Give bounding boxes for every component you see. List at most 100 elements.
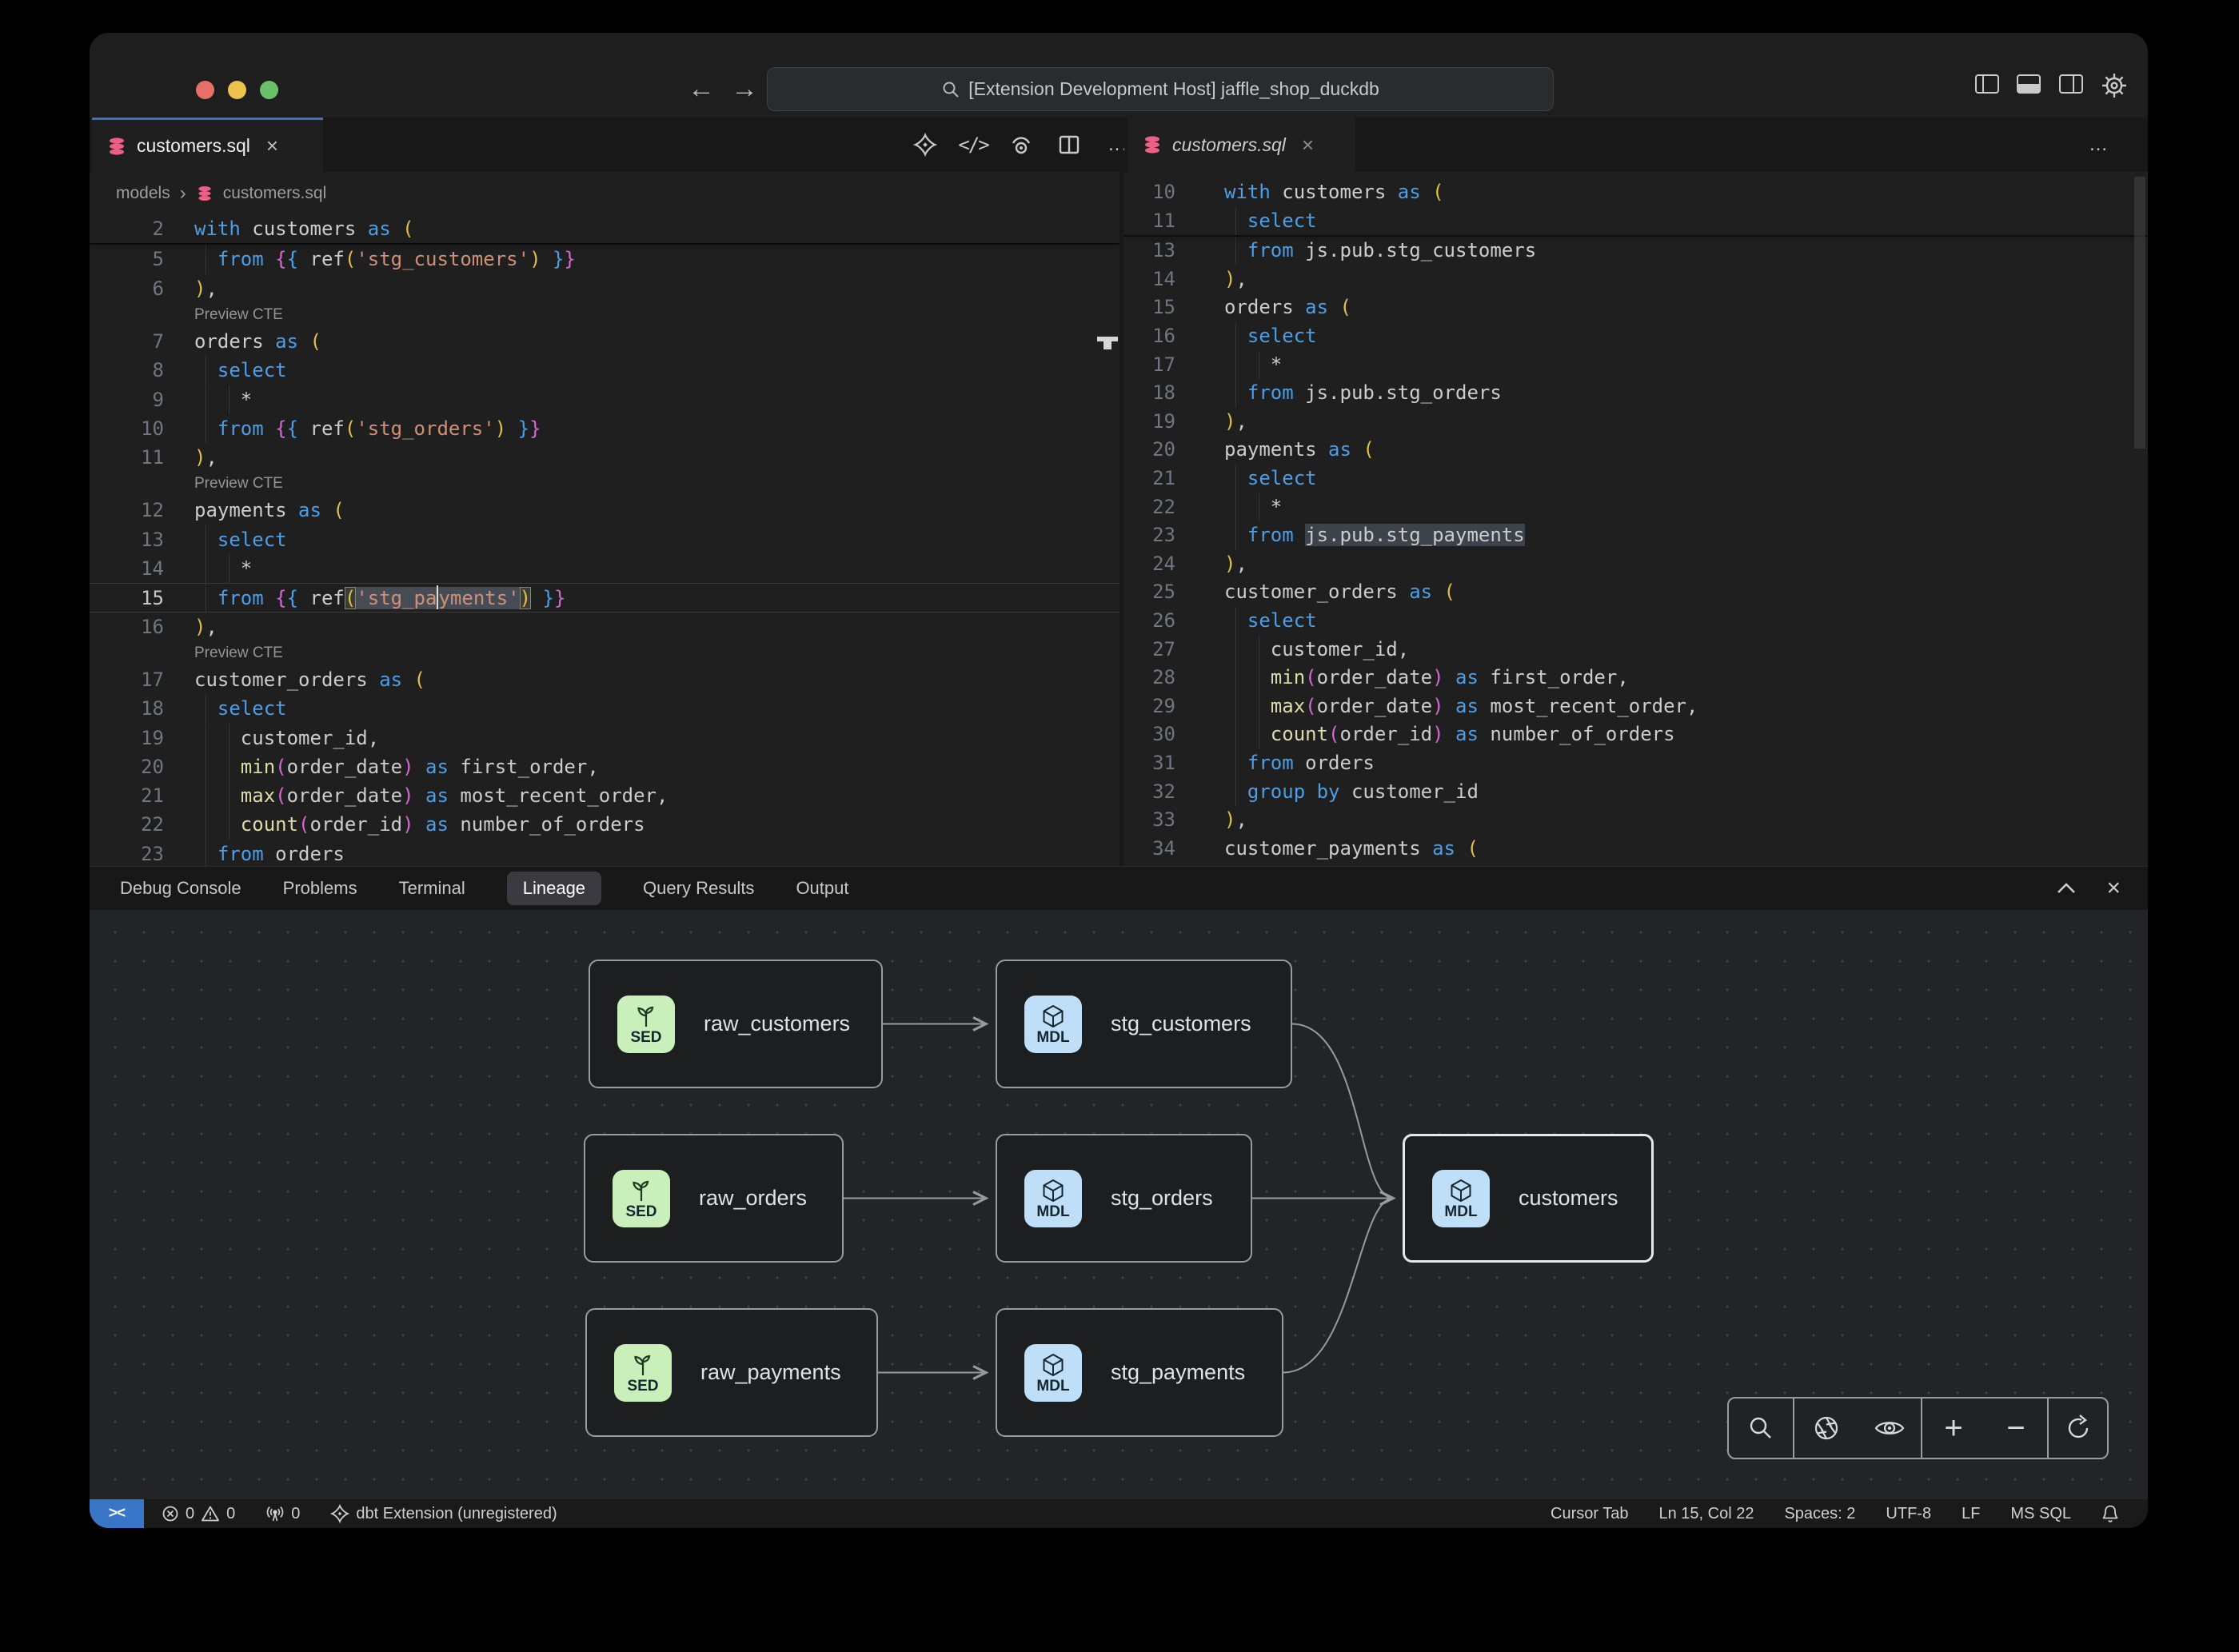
eye-icon[interactable] bbox=[1871, 1410, 1908, 1446]
dbt-extension-status[interactable]: dbt Extension (unregistered) bbox=[330, 1504, 557, 1523]
code-line[interactable]: 25customer_orders as ( bbox=[1123, 578, 2148, 607]
code-line[interactable]: 18 from js.pub.stg_orders bbox=[1123, 379, 2148, 408]
lineage-node-stg_orders[interactable]: MDLstg_orders bbox=[996, 1134, 1252, 1263]
status-language-mode[interactable]: MS SQL bbox=[2010, 1505, 2071, 1523]
code-line[interactable]: 23 from js.pub.stg_payments bbox=[1123, 521, 2148, 550]
editor-source-sql[interactable]: 2with customers as (5 from {{ ref('stg_c… bbox=[90, 214, 1120, 866]
code-line[interactable]: 20 min(order_date) as first_order, bbox=[90, 752, 1120, 781]
code-line[interactable]: 10 from {{ ref('stg_orders') }} bbox=[90, 414, 1120, 443]
code-line[interactable]: 22 count(order_id) as number_of_orders bbox=[90, 810, 1120, 839]
refresh-icon[interactable] bbox=[2060, 1410, 2097, 1446]
tab-close-icon[interactable]: × bbox=[1302, 133, 1314, 158]
code-line[interactable]: 17 * bbox=[1123, 351, 2148, 380]
code-lens-preview-cte[interactable]: Preview CTE bbox=[194, 475, 283, 493]
code-line[interactable]: 16 select bbox=[1123, 322, 2148, 351]
lineage-node-stg_payments[interactable]: MDLstg_payments bbox=[996, 1308, 1283, 1437]
problems-status[interactable]: 0 0 bbox=[162, 1505, 235, 1523]
code-line[interactable]: 27 customer_id, bbox=[1123, 636, 2148, 664]
chevron-up-icon[interactable] bbox=[2055, 880, 2077, 896]
window-close-button[interactable] bbox=[196, 81, 214, 99]
code-line[interactable]: 21 max(order_date) as most_recent_order, bbox=[90, 781, 1120, 810]
code-line[interactable]: 15 from {{ ref('stg_payments') }} bbox=[90, 583, 1120, 612]
code-icon[interactable]: </> bbox=[960, 131, 987, 158]
code-line[interactable]: 19 customer_id, bbox=[90, 724, 1120, 752]
lineage-node-raw_customers[interactable]: SEDraw_customers bbox=[589, 960, 883, 1088]
code-line[interactable]: 13 select bbox=[90, 525, 1120, 554]
code-line[interactable]: 11 select bbox=[1123, 207, 2148, 236]
aperture-icon[interactable] bbox=[1808, 1410, 1845, 1446]
code-line[interactable]: 10with customers as ( bbox=[1123, 178, 2148, 207]
code-line[interactable]: 5 from {{ ref('stg_customers') }} bbox=[90, 245, 1120, 273]
lineage-node-stg_customers[interactable]: MDLstg_customers bbox=[996, 960, 1292, 1088]
code-line[interactable]: 17customer_orders as ( bbox=[90, 665, 1120, 694]
layout-sidebar-left-icon[interactable] bbox=[1975, 74, 2002, 98]
status-line-col[interactable]: Ln 15, Col 22 bbox=[1658, 1505, 1754, 1523]
zoom-out-icon[interactable]: − bbox=[1998, 1410, 2034, 1446]
breadcrumb[interactable]: models › customers.sql bbox=[90, 172, 1120, 214]
code-line[interactable]: 34customer_payments as ( bbox=[1123, 835, 2148, 864]
editor-scrollbar[interactable] bbox=[2134, 177, 2145, 449]
code-line[interactable]: 33), bbox=[1123, 806, 2148, 835]
dbt-icon[interactable] bbox=[912, 131, 939, 158]
code-line[interactable]: 11), bbox=[90, 443, 1120, 472]
more-actions-icon[interactable]: … bbox=[1104, 131, 1131, 158]
panel-tab-query-results[interactable]: Query Results bbox=[643, 872, 754, 905]
panel-tab-terminal[interactable]: Terminal bbox=[399, 872, 465, 905]
lineage-node-raw_orders[interactable]: SEDraw_orders bbox=[584, 1134, 844, 1263]
forward-arrow-icon[interactable]: → bbox=[731, 74, 758, 103]
tab-close-icon[interactable]: × bbox=[266, 134, 278, 158]
code-line[interactable]: 32 group by customer_id bbox=[1123, 778, 2148, 807]
status-cursor-mode[interactable]: Cursor Tab bbox=[1551, 1505, 1628, 1523]
window-zoom-button[interactable] bbox=[260, 81, 278, 99]
code-lens-preview-cte[interactable]: Preview CTE bbox=[194, 644, 283, 662]
code-line[interactable]: 14), bbox=[1123, 265, 2148, 294]
status-eol[interactable]: LF bbox=[1962, 1505, 1980, 1523]
code-line[interactable]: 19), bbox=[1123, 408, 2148, 437]
panel-tab-output[interactable]: Output bbox=[796, 872, 848, 905]
more-actions-icon[interactable]: … bbox=[2085, 131, 2112, 158]
code-line[interactable]: 28 min(order_date) as first_order, bbox=[1123, 664, 2148, 692]
code-line[interactable]: 7orders as ( bbox=[90, 327, 1120, 356]
panel-tab-debug-console[interactable]: Debug Console bbox=[120, 872, 241, 905]
code-line[interactable]: 15orders as ( bbox=[1123, 293, 2148, 322]
editor-compiled-sql[interactable]: 10with customers as (11 select13 from js… bbox=[1123, 172, 2148, 866]
window-minimize-button[interactable] bbox=[228, 81, 246, 99]
layout-sidebar-right-icon[interactable] bbox=[2059, 74, 2086, 98]
zoom-in-icon[interactable]: + bbox=[1935, 1410, 1972, 1446]
command-center-search[interactable]: [Extension Development Host] jaffle_shop… bbox=[767, 67, 1554, 111]
back-arrow-icon[interactable]: ← bbox=[688, 74, 715, 103]
code-line[interactable]: 24), bbox=[1123, 550, 2148, 579]
tab-customers-sql-right[interactable]: customers.sql × bbox=[1127, 118, 1355, 172]
settings-gear-icon[interactable] bbox=[2101, 72, 2128, 96]
breadcrumb-file[interactable]: customers.sql bbox=[223, 184, 327, 203]
status-encoding[interactable]: UTF-8 bbox=[1886, 1505, 1931, 1523]
code-line[interactable]: 18 select bbox=[90, 694, 1120, 723]
bell-icon[interactable] bbox=[2101, 1504, 2119, 1523]
code-line[interactable]: 9 * bbox=[90, 385, 1120, 414]
code-line[interactable]: 13 from js.pub.stg_customers bbox=[1123, 237, 2148, 265]
code-line[interactable]: 8 select bbox=[90, 356, 1120, 385]
close-icon[interactable]: × bbox=[2106, 875, 2121, 902]
breadcrumb-folder[interactable]: models bbox=[116, 184, 170, 203]
code-line[interactable]: 29 max(order_date) as most_recent_order, bbox=[1123, 692, 2148, 721]
panel-tab-lineage[interactable]: Lineage bbox=[507, 872, 601, 905]
lineage-node-raw_payments[interactable]: SEDraw_payments bbox=[585, 1308, 878, 1437]
code-line[interactable]: 21 select bbox=[1123, 465, 2148, 493]
search-icon[interactable] bbox=[1742, 1410, 1779, 1446]
status-indentation[interactable]: Spaces: 2 bbox=[1784, 1505, 1855, 1523]
code-line[interactable]: 6), bbox=[90, 274, 1120, 303]
code-line[interactable]: 16), bbox=[90, 613, 1120, 641]
code-line[interactable]: 2with customers as ( bbox=[90, 214, 1120, 243]
layout-panel-icon[interactable] bbox=[2017, 74, 2044, 98]
code-line[interactable]: 12payments as ( bbox=[90, 496, 1120, 525]
code-line[interactable]: 26 select bbox=[1123, 607, 2148, 636]
panel-tab-problems[interactable]: Problems bbox=[283, 872, 357, 905]
preview-eye-icon[interactable] bbox=[1008, 131, 1035, 158]
remote-indicator[interactable]: >< bbox=[90, 1499, 144, 1528]
code-line[interactable]: 30 count(order_id) as number_of_orders bbox=[1123, 720, 2148, 749]
code-line[interactable]: 31 from orders bbox=[1123, 749, 2148, 778]
lineage-graph[interactable]: SEDraw_customers MDLstg_customers SEDraw_o… bbox=[90, 910, 2148, 1499]
code-lens-preview-cte[interactable]: Preview CTE bbox=[194, 306, 283, 324]
code-line[interactable]: 23 from orders bbox=[90, 840, 1120, 866]
split-editor-icon[interactable] bbox=[1056, 131, 1083, 158]
